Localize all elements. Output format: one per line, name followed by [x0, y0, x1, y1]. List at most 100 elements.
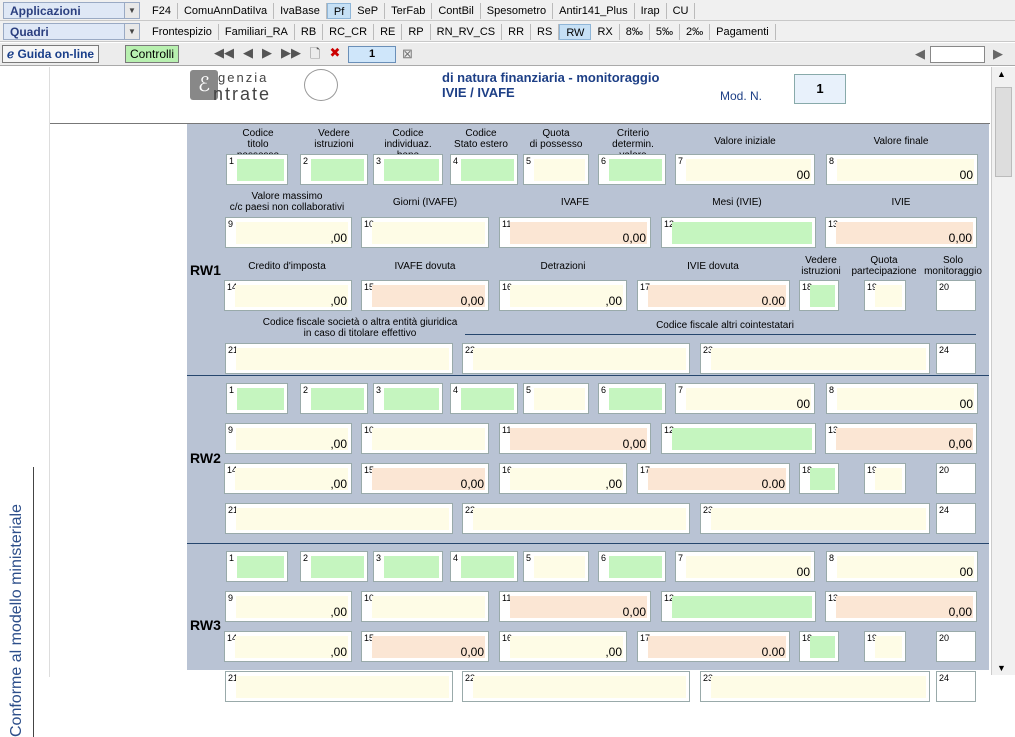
tab-frontespizio[interactable]: Frontespizio [146, 24, 219, 40]
field-24[interactable]: 24 [936, 343, 976, 374]
field-15[interactable]: 15 0,00 [361, 463, 489, 494]
first-icon[interactable]: ◀◀ [214, 45, 234, 67]
tab-pagamenti[interactable]: Pagamenti [710, 24, 776, 40]
scrollbar[interactable]: ▲ ▼ [991, 67, 1015, 675]
field-21[interactable]: 21 [225, 503, 453, 534]
field-16[interactable]: 16,00 [499, 463, 627, 494]
field-15[interactable]: 15 0,00 [361, 631, 489, 662]
search-input[interactable] [930, 46, 985, 63]
field-23[interactable]: 23 [700, 671, 930, 702]
field-11[interactable]: 11 0,00 [499, 591, 651, 622]
tab-rb[interactable]: RB [295, 24, 324, 40]
field-4[interactable]: 4 [450, 383, 518, 414]
field-13[interactable]: 13 0,00 [825, 591, 977, 622]
field-1[interactable]: 1 [226, 551, 288, 582]
field-14[interactable]: 14,00 [224, 280, 352, 311]
field-20[interactable]: 20 [936, 280, 976, 311]
tab-rx[interactable]: RX [591, 24, 620, 40]
field-4[interactable]: 4 [450, 551, 518, 582]
field-15[interactable]: 15 0,00 [361, 280, 489, 311]
field-8[interactable]: 8 00 [826, 154, 978, 185]
field-18[interactable]: 18 [799, 463, 839, 494]
field-24[interactable]: 24 [936, 503, 976, 534]
field-5[interactable]: 5 [523, 383, 589, 414]
field-11[interactable]: 11 0,00 [499, 423, 651, 454]
field-1[interactable]: 1 [226, 383, 288, 414]
field-22[interactable]: 22 [462, 503, 690, 534]
tab-rr[interactable]: RR [502, 24, 532, 40]
field-6[interactable]: 6 [598, 154, 666, 185]
field-8[interactable]: 8 00 [826, 551, 978, 582]
tab-comuanndatiiva[interactable]: ComuAnnDatiIva [178, 3, 275, 19]
scroll-thumb[interactable] [995, 87, 1012, 177]
tab-contbil[interactable]: ContBil [432, 3, 481, 19]
field-4[interactable]: 4 [450, 154, 518, 185]
field-12[interactable]: 12 [661, 217, 816, 248]
field-9[interactable]: 9,00 [225, 591, 352, 622]
field-6[interactable]: 6 [598, 551, 666, 582]
chevron-down-icon[interactable]: ▼ [124, 3, 139, 18]
field-10[interactable]: 10 [361, 423, 489, 454]
quadri-dropdown[interactable]: Quadri ▼ [3, 23, 140, 40]
field-24[interactable]: 24 [936, 671, 976, 702]
tab-5-[interactable]: 5‰ [650, 24, 680, 40]
tab-terfab[interactable]: TerFab [385, 3, 433, 19]
prev-icon[interactable]: ◀ [915, 46, 925, 62]
tab-re[interactable]: RE [374, 24, 403, 40]
field-23[interactable]: 23 [700, 503, 930, 534]
field-11[interactable]: 11 0,00 [499, 217, 651, 248]
next-icon[interactable]: ▶ [262, 45, 272, 67]
prev-icon[interactable]: ◀ [243, 45, 253, 67]
field-3[interactable]: 3 [373, 551, 443, 582]
field-10[interactable]: 10 [361, 591, 489, 622]
controlli-button[interactable]: Controlli [125, 45, 180, 63]
field-16[interactable]: 16,00 [499, 631, 627, 662]
field-19[interactable]: 19 [864, 280, 906, 311]
field-16[interactable]: 16,00 [499, 280, 627, 311]
field-14[interactable]: 14,00 [224, 631, 352, 662]
tab-2-[interactable]: 2‰ [680, 24, 711, 40]
field-22[interactable]: 22 [462, 343, 690, 374]
field-20[interactable]: 20 [936, 463, 976, 494]
field-6[interactable]: 6 [598, 383, 666, 414]
field-7[interactable]: 7 00 [675, 154, 815, 185]
field-17[interactable]: 17 0.00 [637, 463, 790, 494]
clear-icon[interactable]: ⊠ [402, 46, 413, 62]
page-number[interactable]: 1 [348, 46, 396, 63]
tab-antir141-plus[interactable]: Antir141_Plus [553, 3, 635, 19]
delete-page-icon[interactable]: ✖ [329, 45, 340, 67]
tab-rw[interactable]: RW [559, 24, 592, 40]
applicazioni-dropdown[interactable]: Applicazioni ▼ [3, 2, 140, 19]
field-18[interactable]: 18 [799, 631, 839, 662]
field-19[interactable]: 19 [864, 463, 906, 494]
field-23[interactable]: 23 [700, 343, 930, 374]
field-7[interactable]: 7 00 [675, 383, 815, 414]
field-3[interactable]: 3 [373, 383, 443, 414]
field-1[interactable]: 1 [226, 154, 288, 185]
tab-8-[interactable]: 8‰ [620, 24, 650, 40]
field-13[interactable]: 13 0,00 [825, 217, 977, 248]
field-12[interactable]: 12 [661, 423, 816, 454]
chevron-down-icon[interactable]: ▼ [124, 24, 139, 39]
field-17[interactable]: 17 0.00 [637, 280, 790, 311]
tab-sep[interactable]: SeP [351, 3, 386, 19]
field-5[interactable]: 5 [523, 154, 589, 185]
field-9[interactable]: 9,00 [225, 217, 352, 248]
next-icon[interactable]: ▶ [993, 46, 1003, 62]
tab-irap[interactable]: Irap [635, 3, 667, 19]
tab-pf[interactable]: Pf [326, 3, 352, 19]
last-icon[interactable]: ▶▶ [281, 45, 301, 67]
field-2[interactable]: 2 [300, 551, 368, 582]
field-9[interactable]: 9,00 [225, 423, 352, 454]
tab-rc-cr[interactable]: RC_CR [323, 24, 375, 40]
field-21[interactable]: 21 [225, 671, 453, 702]
field-10[interactable]: 10 [361, 217, 489, 248]
field-7[interactable]: 7 00 [675, 551, 815, 582]
field-2[interactable]: 2 [300, 154, 368, 185]
tab-spesometro[interactable]: Spesometro [481, 3, 554, 19]
field-5[interactable]: 5 [523, 551, 589, 582]
tab-f24[interactable]: F24 [146, 3, 178, 19]
field-8[interactable]: 8 00 [826, 383, 978, 414]
mod-number[interactable]: 1 [794, 74, 846, 104]
field-12[interactable]: 12 [661, 591, 816, 622]
